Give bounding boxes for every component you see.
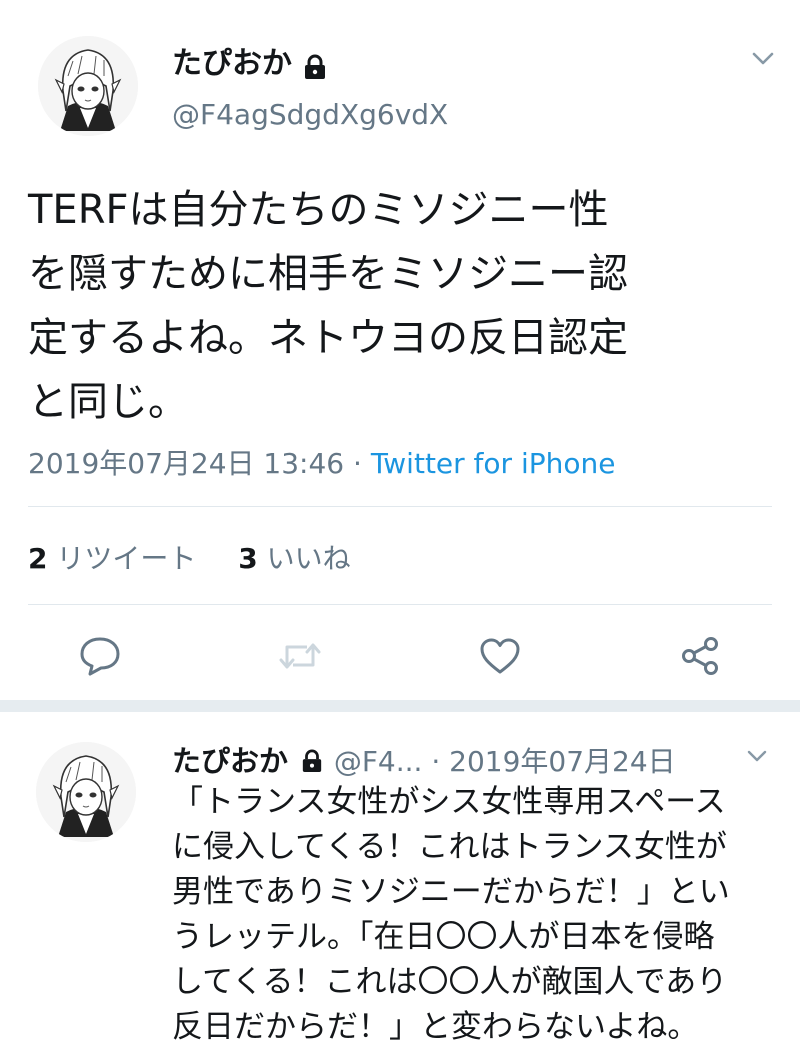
- avatar[interactable]: [38, 36, 138, 136]
- tweet-text-line: TERFは自分たちのミソジニー性: [28, 187, 609, 233]
- reply-text-line: 男性でありミソジニーだからだ！」とい: [172, 874, 730, 910]
- reply-date[interactable]: 2019年07月24日: [449, 745, 676, 778]
- reply-text-line: してくる！これは〇〇人が敵国人であり: [172, 964, 728, 1000]
- timestamp[interactable]: 2019年07月24日 13:46: [28, 447, 344, 480]
- tweet-text-line: 定するよね。ネトウヨの反日認定: [28, 315, 628, 361]
- reply-display-name[interactable]: たぴおか: [172, 744, 288, 778]
- tweet-text: TERFは自分たちのミソジニー性 を隠すために相手をミソジニー認 定するよね。ネ…: [28, 178, 628, 434]
- like-label: いいね: [266, 542, 351, 575]
- like-icon: [478, 636, 522, 680]
- like-button[interactable]: [470, 628, 530, 688]
- reply-author-row[interactable]: たぴおか @F4... · 2019年07月24日: [172, 738, 676, 780]
- reply-text-line: に侵入してくる！これはトランス女性が: [172, 829, 727, 865]
- reply-handle[interactable]: @F4...: [334, 745, 423, 778]
- reply-avatar[interactable]: [36, 742, 136, 842]
- lock-icon: [301, 747, 323, 780]
- reply-meta-separator: ·: [422, 745, 450, 778]
- tweet-text-line: と同じ。: [28, 379, 188, 425]
- divider: [28, 506, 772, 507]
- divider: [28, 604, 772, 605]
- reply-button[interactable]: [70, 628, 130, 688]
- like-count: 3: [238, 542, 258, 575]
- chevron-down-icon[interactable]: [748, 46, 778, 70]
- lock-icon: [303, 54, 327, 84]
- retweet-stat[interactable]: 2 リツイート: [28, 542, 196, 575]
- reply-icon: [78, 635, 122, 681]
- reply-chevron-down-icon[interactable]: [744, 746, 770, 766]
- meta-separator: ·: [344, 447, 371, 480]
- source-link[interactable]: Twitter for iPhone: [371, 447, 616, 480]
- display-name[interactable]: たぴおか: [172, 46, 292, 81]
- section-divider: [0, 700, 800, 712]
- reply-text-line: うレッテル。「在日〇〇人が日本を侵略: [172, 919, 715, 955]
- engagement-stats: 2 リツイート 3 いいね: [28, 537, 351, 577]
- retweet-button[interactable]: [270, 628, 330, 688]
- share-icon: [678, 634, 722, 682]
- retweet-count: 2: [28, 542, 48, 575]
- tweet-meta: 2019年07月24日 13:46 · Twitter for iPhone: [28, 442, 615, 482]
- like-stat[interactable]: 3 いいね: [238, 542, 350, 575]
- author-row[interactable]: たぴおか: [172, 38, 327, 84]
- reply-text: 「トランス女性がシス女性専用スペース に侵入してくる！これはトランス女性が 男性…: [172, 780, 730, 1048]
- handle[interactable]: @F4agSdgdXg6vdX: [172, 98, 448, 131]
- retweet-icon: [277, 637, 323, 679]
- reply-text-line: 反日だからだ！」と変わらないよね。: [172, 1009, 699, 1045]
- retweet-label: リツイート: [56, 542, 197, 575]
- reply-text-line: 「トランス女性がシス女性専用スペース: [172, 784, 726, 820]
- tweet-text-line: を隠すために相手をミソジニー認: [28, 251, 628, 297]
- share-button[interactable]: [670, 628, 730, 688]
